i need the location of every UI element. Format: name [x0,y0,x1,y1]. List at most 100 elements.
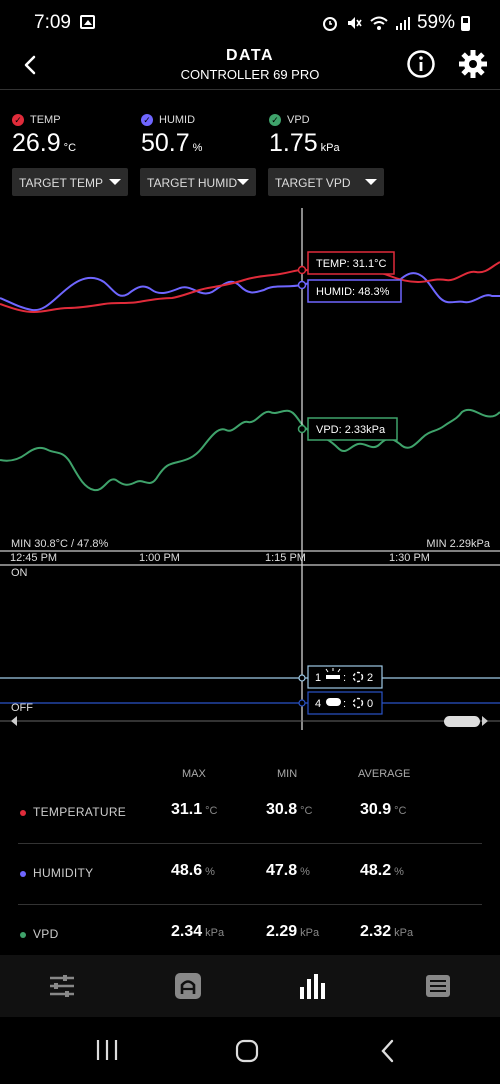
device-four-colon: : [343,698,346,710]
value-text: 48.2 [360,862,392,879]
temp-tooltip: TEMP: 31.1°C [316,258,386,270]
vpd-dot [20,932,26,938]
readout-humid-label: HUMID [159,114,196,126]
data-icon[interactable] [297,970,329,1002]
stats-row-label: VPD [33,927,59,941]
status-icons: 59% [321,12,470,34]
unit-text: °C [205,805,218,817]
target-humid-dropdown[interactable]: TARGET HUMID [140,168,256,196]
readout-temp-unit: °C [63,142,77,154]
sliders-icon[interactable] [46,970,78,1002]
stats-max-value: 48.6% [171,862,215,880]
unit-text: % [394,866,404,878]
target-temp-label: TARGET TEMP [19,176,104,190]
vpd-tooltip: VPD: 2.33kPa [316,424,386,436]
value-text: 31.1 [171,801,203,818]
chevron-down-icon [237,179,249,185]
chart-svg: TEMP: 31.1°C HUMID: 48.3% VPD: 2.33kPa 1… [0,208,500,730]
scroll-right-icon[interactable] [482,716,488,726]
stats-row-temperature: TEMPERATURE 31.1 °C 30.8 °C 30.9 °C [18,784,482,844]
controller-icon[interactable] [172,970,204,1002]
time-tick-label: 12:45 PM [10,552,58,564]
target-vpd-label: TARGET VPD [275,176,351,190]
value-text: 30.8 [266,801,298,818]
value-text: 2.29 [266,923,298,940]
stats-min-value: 47.8% [266,862,310,880]
stats-min-value: 2.29 kPa [266,923,319,941]
image-icon [80,15,95,29]
stats-row-label: TEMPERATURE [33,805,127,819]
system-nav-bar [0,1017,500,1084]
unit-text: °C [300,805,313,817]
stats-table: MAX MIN AVERAGE TEMPERATURE 31.1 °C 30.8 °… [0,740,500,956]
temp-marker [297,265,307,275]
readout-temp-label: TEMP [30,114,61,126]
unit-text: % [205,866,215,878]
device-one-port: 1 [315,672,321,684]
readout-vpd-unit: kPa [320,142,340,154]
readout-vpd-label: VPD [287,114,310,126]
unit-text: °C [394,805,407,817]
min-right-label: MIN 2.29kPa [426,538,490,550]
gear-icon[interactable] [458,49,488,79]
time-tick-label: 1:30 PM [389,552,430,564]
app-header: DATA CONTROLLER 69 PRO [0,44,500,90]
check-icon: ✓ [269,114,281,126]
info-icon[interactable] [406,49,436,79]
stats-row-label: HUMIDITY [33,866,94,880]
device-four-marker [298,699,306,707]
recents-icon[interactable] [94,1038,120,1062]
unit-text: kPa [300,927,320,939]
target-vpd-dropdown[interactable]: TARGET VPD [268,168,384,196]
vpd-marker [297,424,307,434]
device-four-port: 4 [315,698,321,710]
value-text: 30.9 [360,801,392,818]
stats-row-humidity: HUMIDITY 48.6% 47.8% 48.2% [18,845,482,905]
signal-icon [395,17,410,30]
humid-marker [297,280,307,290]
time-tick-label: 1:15 PM [265,552,306,564]
stats-average-value: 48.2% [360,862,404,880]
alarm-icon [322,17,337,31]
off-label: OFF [11,702,33,714]
chevron-down-icon [365,179,377,185]
unit-text: % [300,866,310,878]
menu-icon[interactable] [422,970,454,1002]
vpd-series-line [0,408,500,492]
stats-max-value: 31.1 °C [171,801,217,819]
stats-average-value: 30.9 °C [360,801,406,819]
stats-min-value: 30.8 °C [266,801,312,819]
readout-vpd: ✓ VPD 1.75 kPa [269,114,340,158]
on-label: ON [11,567,28,579]
unit-text: kPa [394,927,414,939]
status-time: 7:09 [34,12,71,33]
chevron-down-icon [109,179,121,185]
temp-series-line [0,261,500,314]
system-back-icon[interactable] [377,1038,399,1064]
device-one-count: 2 [367,672,373,684]
home-icon[interactable] [234,1038,260,1064]
stats-header-min: MIN [277,768,298,780]
stats-average-value: 2.32 kPa [360,923,413,941]
readout-temp-value: 26.9 [12,129,61,157]
stats-header-average: AVERAGE [358,768,411,780]
bottom-nav [0,955,500,1017]
wifi-icon [370,16,388,30]
device-one-marker [298,674,306,682]
scroll-left-icon[interactable] [11,716,17,726]
status-bar: 7:09 59% [0,0,500,44]
value-text: 2.32 [360,923,392,940]
device-four-count: 0 [367,698,373,710]
heater-icon [326,698,341,706]
time-tick-label: 1:00 PM [139,552,180,564]
value-text: 48.6 [171,862,203,879]
unit-text: kPa [205,927,225,939]
data-chart[interactable]: TEMP: 31.1°C HUMID: 48.3% VPD: 2.33kPa 1… [0,200,500,730]
check-icon: ✓ [12,114,24,126]
battery-icon [461,15,470,31]
stats-header-max: MAX [182,768,206,780]
chart-scroll-thumb[interactable] [444,716,480,727]
readout-humid-value: 50.7 [141,129,190,157]
target-temp-dropdown[interactable]: TARGET TEMP [12,168,128,196]
battery-percent: 59% [416,12,455,33]
